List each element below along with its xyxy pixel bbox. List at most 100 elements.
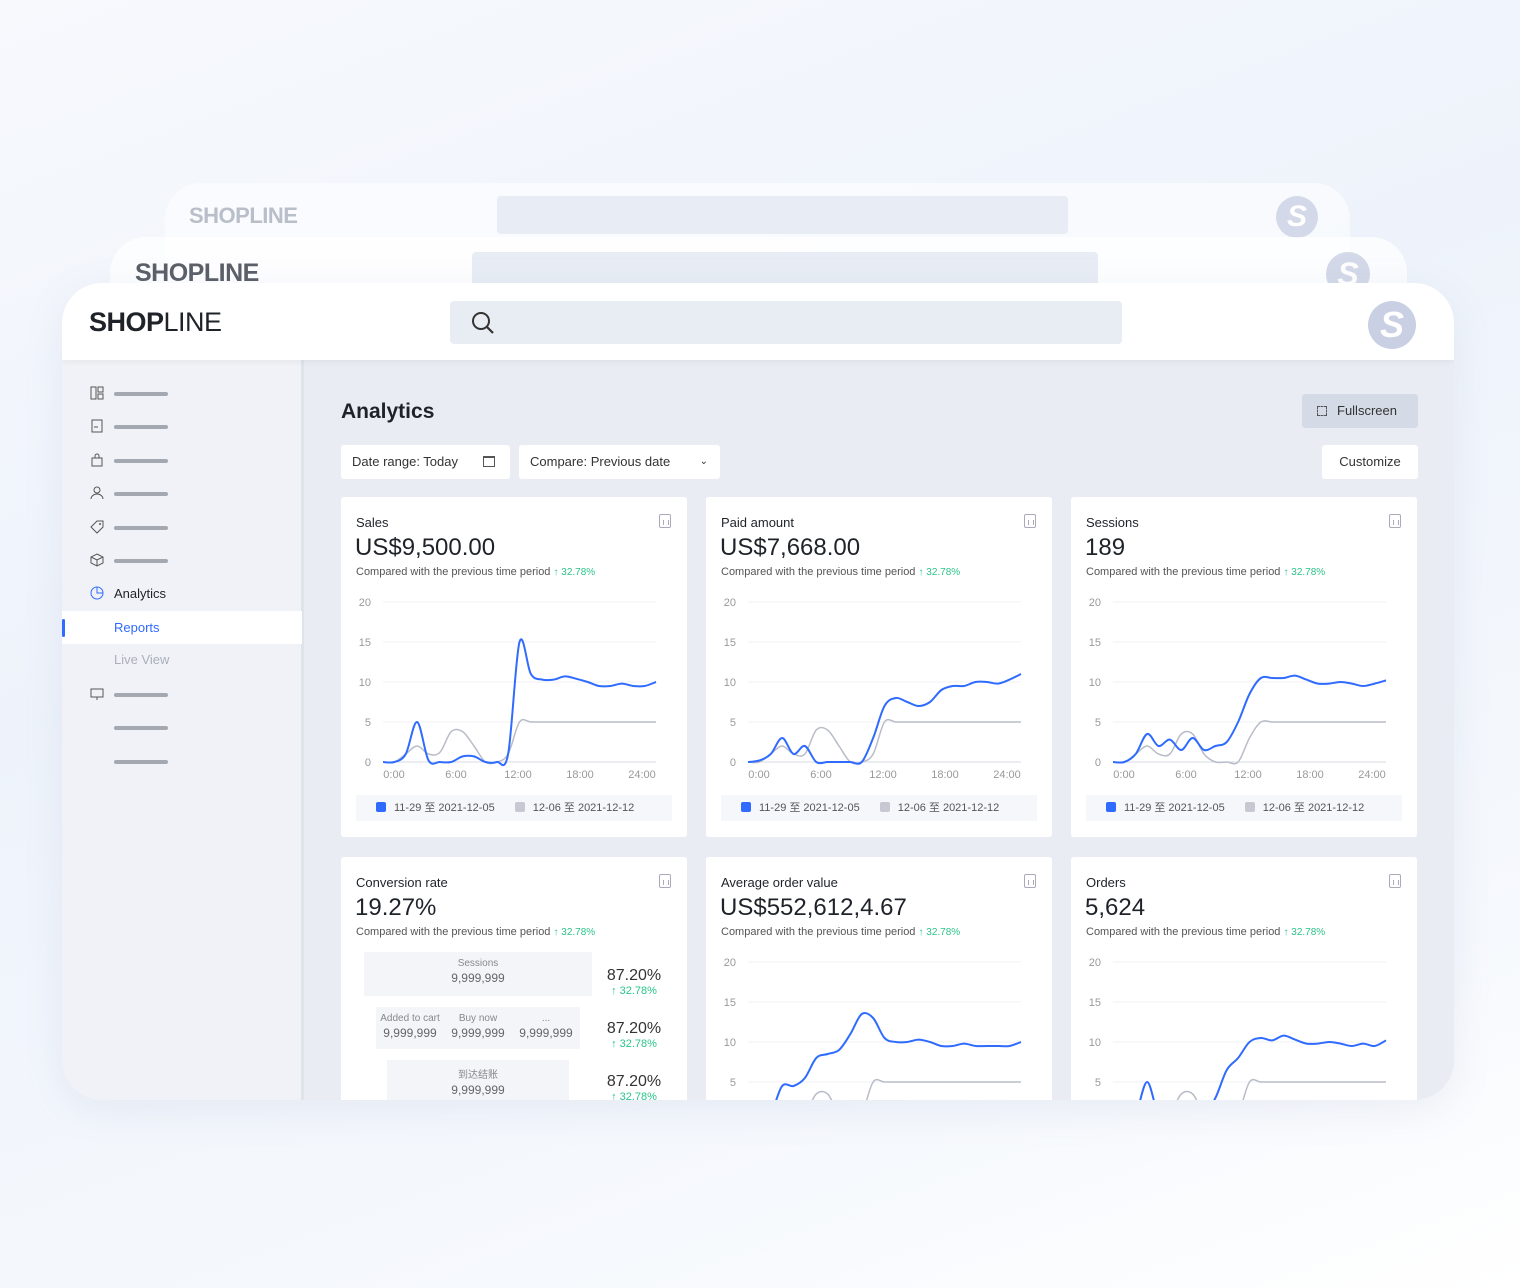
funnel-rate: 87.20% ↑ 32.78% <box>599 1020 669 1050</box>
change-badge: ↑ 32.78% <box>1283 927 1326 938</box>
x-tick-label: 18:00 <box>566 769 594 781</box>
change-badge: ↑ 32.78% <box>553 927 596 938</box>
rate-value: 87.20% <box>606 1073 662 1090</box>
y-tick-label: 20 <box>1089 957 1101 969</box>
compare-label: Compared with the previous time period <box>721 566 916 578</box>
x-tick-label: 12:00 <box>504 769 532 781</box>
label-placeholder <box>114 425 168 429</box>
compare-label: Compare: Previous date <box>530 454 671 469</box>
funnel-label: Sessions <box>457 958 499 969</box>
funnel-step: Added to cart 9,999,999 <box>376 1013 444 1040</box>
sidebar-item-inventory[interactable] <box>62 544 302 577</box>
y-tick-label: 5 <box>730 717 736 729</box>
sidebar-item-analytics[interactable]: Analytics <box>62 577 302 610</box>
series-line-current <box>1112 674 1387 764</box>
rate-value: 87.20% <box>606 1020 662 1037</box>
sidebar-item-products[interactable] <box>62 444 302 477</box>
legend-swatch-current <box>741 802 751 812</box>
legend-label[interactable]: 12-06 至 2021-12-12 <box>898 802 1000 814</box>
report-icon[interactable] <box>1389 874 1401 888</box>
funnel-label: 到达结账 <box>458 1070 498 1081</box>
legend-label[interactable]: 11-29 至 2021-12-05 <box>1124 802 1225 814</box>
main-content: Analytics Fullscreen Customize Date rang… <box>304 360 1454 1100</box>
x-tick-label: 6:00 <box>1175 769 1196 781</box>
y-tick-label: 20 <box>359 597 371 609</box>
y-tick-label: 20 <box>724 957 736 969</box>
report-icon[interactable] <box>1024 874 1036 888</box>
line-chart: 051015200:00 6:00 12:00 18:00 24:00 <box>724 597 1022 781</box>
fullscreen-button[interactable]: Fullscreen <box>1302 394 1418 428</box>
sidebar-item-discounts[interactable] <box>62 511 302 544</box>
sidebar-item-dashboard[interactable] <box>62 377 302 410</box>
sidebar-label: Live View <box>114 652 170 667</box>
change-badge: ↑ 32.78% <box>1283 567 1326 578</box>
x-tick-label: 24:00 <box>628 769 656 781</box>
x-tick-label: 6:00 <box>445 769 466 781</box>
line-chart: 051015200:00 6:00 12:00 18:00 24:00 <box>1089 957 1387 1100</box>
y-tick-label: 15 <box>1089 637 1101 649</box>
sidebar-item-online-store[interactable] <box>62 678 302 711</box>
fullscreen-label: Fullscreen <box>1337 403 1397 418</box>
card-value: US$7,668.00 <box>720 534 861 561</box>
tag-icon <box>90 520 104 534</box>
sidebar-item-orders[interactable] <box>62 410 302 443</box>
report-icon[interactable] <box>659 874 671 888</box>
y-tick-label: 10 <box>359 677 371 689</box>
app-window: SHOPLINE S Analytics Reports Live View A… <box>62 283 1454 1100</box>
compare-label: Compared with the previous time period <box>721 926 916 938</box>
sidebar-subitem[interactable] <box>62 745 302 778</box>
top-bar: SHOPLINE S <box>62 283 1454 360</box>
y-tick-label: 5 <box>1095 1077 1101 1089</box>
search-bar <box>497 196 1068 234</box>
customize-button[interactable]: Customize <box>1322 445 1418 479</box>
funnel-value: 9,999,999 <box>451 971 505 985</box>
legend-label[interactable]: 11-29 至 2021-12-05 <box>394 802 495 814</box>
funnel-step: Buy now 9,999,999 <box>444 1013 512 1040</box>
x-tick-label: 0:00 <box>383 769 404 781</box>
series-line-previous <box>747 718 1021 765</box>
y-tick-label: 20 <box>724 597 736 609</box>
monitor-icon <box>90 688 104 700</box>
search-input[interactable] <box>450 301 1122 344</box>
metric-card: Sales US$9,500.00 Compared with the prev… <box>341 497 687 837</box>
dashboard-icon <box>90 386 104 400</box>
shopping-bag-icon <box>91 453 103 467</box>
x-tick-label: 24:00 <box>1358 769 1386 781</box>
compare-label: Compared with the previous time period <box>356 926 551 938</box>
y-tick-label: 0 <box>730 757 736 769</box>
compare-text: Compared with the previous time period ↑… <box>1086 926 1325 938</box>
legend-swatch-previous <box>514 802 525 812</box>
logo-thin: LINE <box>163 307 223 337</box>
series-line-current <box>382 638 657 766</box>
legend-label[interactable]: 11-29 至 2021-12-05 <box>759 802 860 814</box>
report-icon[interactable] <box>659 514 671 528</box>
date-range-select[interactable]: Date range: Today <box>341 445 510 479</box>
compare-text: Compared with the previous time period ↑… <box>356 566 595 578</box>
report-icon[interactable] <box>1389 514 1401 528</box>
funnel-value: 9,999,999 <box>519 1026 573 1040</box>
report-icon[interactable] <box>1024 514 1036 528</box>
sidebar-item-reports[interactable]: Reports <box>62 611 302 644</box>
label-placeholder <box>114 693 168 697</box>
compare-select[interactable]: Compare: Previous date ⌄ <box>519 445 720 479</box>
compare-label: Compared with the previous time period <box>356 566 551 578</box>
page-title: Analytics <box>341 400 435 423</box>
card-value: 19.27% <box>355 894 437 921</box>
legend-label[interactable]: 12-06 至 2021-12-12 <box>533 802 635 814</box>
sidebar-subitem[interactable] <box>62 711 302 744</box>
x-tick-label: 0:00 <box>1113 769 1134 781</box>
legend-swatch-previous <box>879 802 890 812</box>
sidebar-item-live-view[interactable]: Live View <box>62 643 302 676</box>
sidebar-item-customers[interactable] <box>62 477 302 510</box>
legend-label[interactable]: 12-06 至 2021-12-12 <box>1263 802 1365 814</box>
label-placeholder <box>114 392 168 396</box>
metric-card: Average order value US$552,612,4.67 Comp… <box>706 857 1052 1100</box>
user-avatar[interactable]: S <box>1368 301 1416 349</box>
rate-change: ↑ 32.78% <box>611 985 657 997</box>
funnel-steps: Added to cart 9,999,999 Buy now 9,999,999..… <box>376 1007 580 1049</box>
x-tick-label: 0:00 <box>748 769 769 781</box>
funnel-rate: 87.20% ↑ 32.78% <box>599 967 669 997</box>
card-title: Paid amount <box>721 515 794 530</box>
funnel-label: Added to cart <box>380 1013 440 1024</box>
box-icon <box>90 553 104 567</box>
